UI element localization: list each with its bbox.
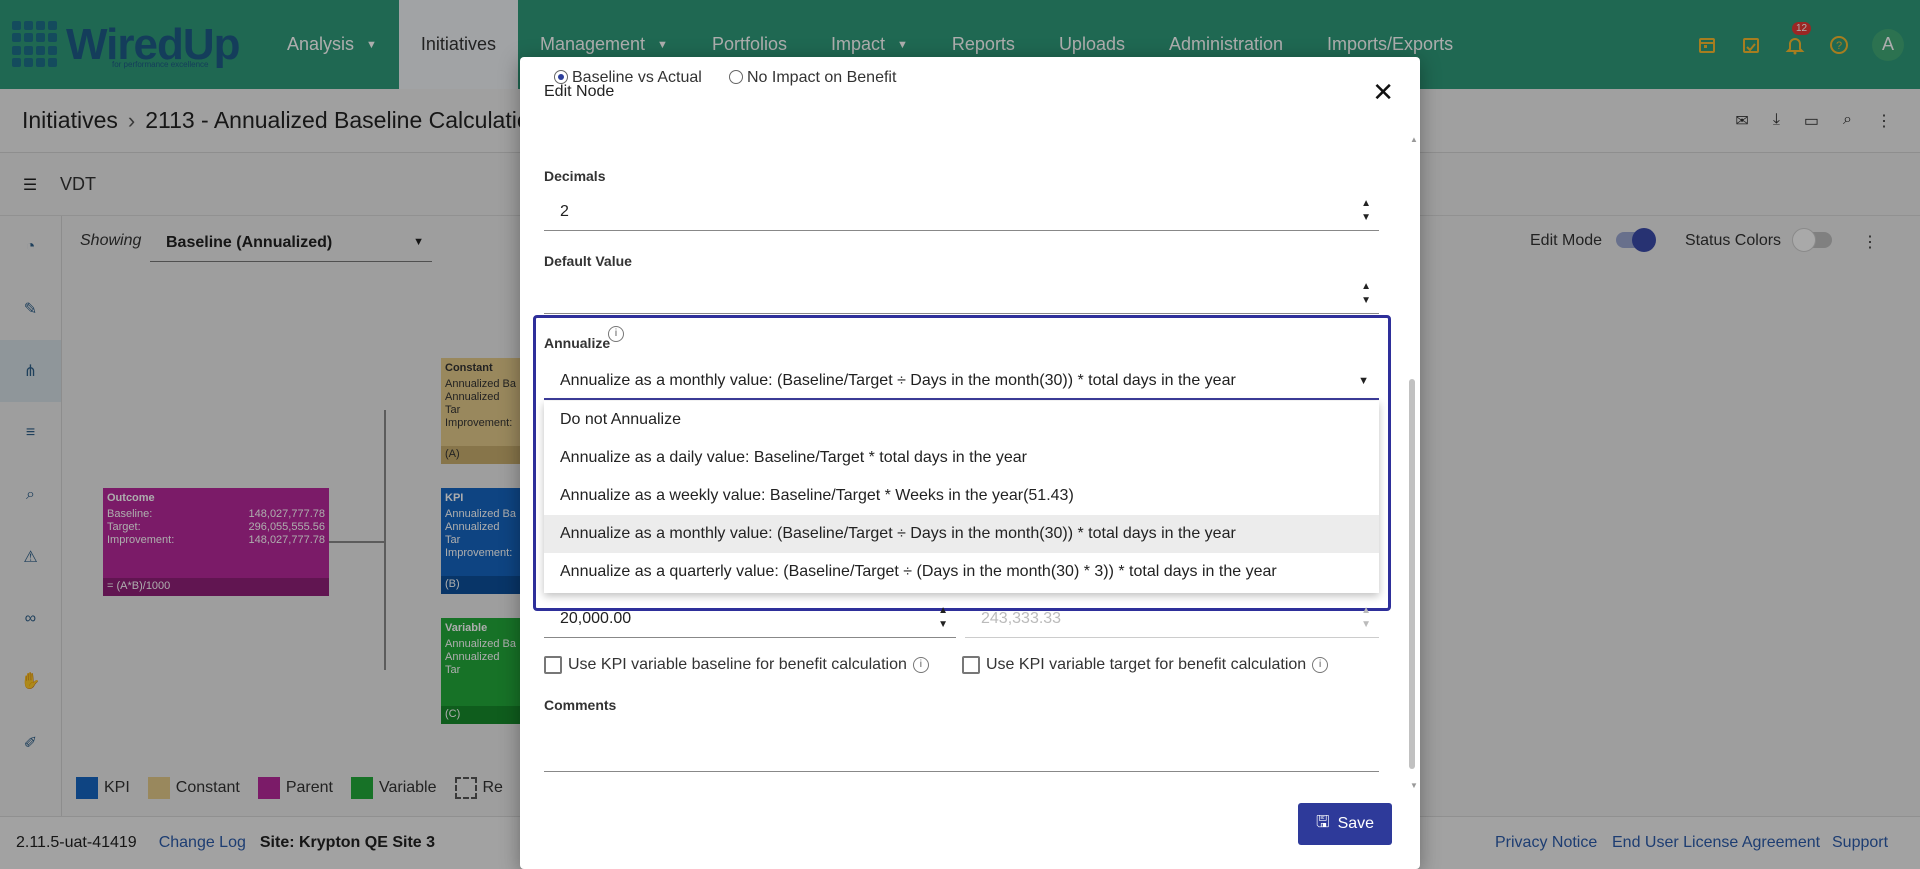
radio-label: No Impact on Benefit	[747, 69, 897, 86]
decimals-value: 2	[560, 203, 569, 220]
radio-baseline-actual[interactable]: Baseline vs Actual	[554, 69, 702, 87]
info-icon[interactable]: i	[1312, 657, 1329, 673]
baseline-input[interactable]: 20,000.00 ▲ ▼	[544, 600, 956, 638]
comments-textarea[interactable]	[544, 720, 1379, 772]
radio-label: Baseline vs Actual	[572, 69, 702, 86]
decimals-input[interactable]: 2 ▲ ▼	[544, 193, 1379, 231]
checkbox-label: Use KPI variable baseline for benefit ca…	[568, 656, 907, 673]
checkbox-icon	[962, 656, 980, 674]
close-icon[interactable]: ✕	[1372, 77, 1394, 108]
checkbox-icon	[544, 656, 562, 674]
info-icon[interactable]: i	[608, 326, 624, 342]
default-value-input[interactable]: ▲ ▼	[544, 276, 1379, 314]
save-button[interactable]: 🖫 Save	[1298, 803, 1392, 845]
radio-no-impact[interactable]: No Impact on Benefit	[729, 69, 896, 87]
kpi-baseline-checkbox[interactable]: Use KPI variable baseline for benefit ca…	[544, 656, 929, 674]
annualize-selected-value: Annualize as a monthly value: (Baseline/…	[560, 372, 1236, 389]
scroll-clip	[520, 116, 1420, 140]
dialog-scrollbar[interactable]: ▲ ▼	[1407, 135, 1418, 790]
annualize-label: Annualize	[544, 335, 611, 351]
caret-down-icon: ▼	[1358, 375, 1369, 387]
comments-label: Comments	[544, 697, 617, 713]
annualize-dropdown: Do not Annualize Annualize as a daily va…	[544, 401, 1379, 593]
spinner-icon[interactable]: ▲ ▼	[1361, 197, 1371, 225]
save-label: Save	[1337, 815, 1375, 832]
save-icon: 🖫	[1315, 813, 1330, 831]
spinner-icon: ▲ ▼	[1361, 605, 1371, 630]
spinner-icon[interactable]: ▲ ▼	[938, 604, 948, 632]
default-value-label: Default Value	[544, 253, 632, 269]
checkbox-label: Use KPI variable target for benefit calc…	[986, 656, 1307, 673]
target-input: 243,333.33 ▲ ▼	[965, 600, 1379, 638]
annualize-option[interactable]: Annualize as a weekly value: Baseline/Ta…	[544, 477, 1379, 515]
annualize-option-selected[interactable]: Annualize as a monthly value: (Baseline/…	[544, 515, 1379, 553]
spinner-icon[interactable]: ▲ ▼	[1361, 280, 1371, 308]
annualize-option[interactable]: Annualize as a daily value: Baseline/Tar…	[544, 439, 1379, 477]
annualize-option[interactable]: Annualize as a quarterly value: (Baselin…	[544, 553, 1379, 591]
annualize-select[interactable]: Annualize as a monthly value: (Baseline/…	[544, 362, 1379, 400]
annualize-option[interactable]: Do not Annualize	[544, 401, 1379, 439]
info-icon[interactable]: i	[912, 657, 929, 673]
decimals-label: Decimals	[544, 168, 606, 184]
target-value: 243,333.33	[981, 610, 1062, 627]
baseline-value: 20,000.00	[560, 610, 632, 627]
radio-checked-icon	[554, 70, 568, 84]
kpi-target-checkbox[interactable]: Use KPI variable target for benefit calc…	[962, 656, 1329, 674]
radio-unchecked-icon	[729, 70, 743, 84]
